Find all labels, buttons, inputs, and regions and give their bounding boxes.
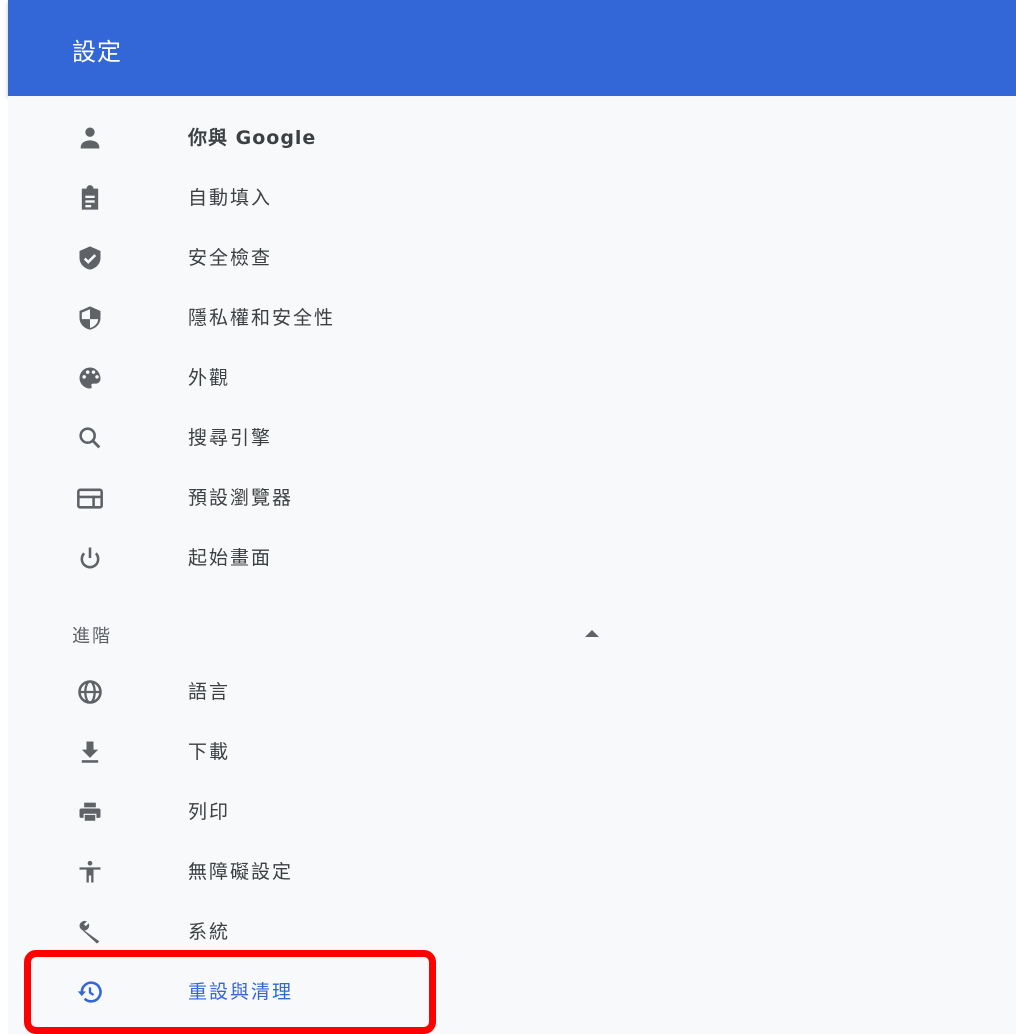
menu-item-label: 下載 [188, 741, 231, 763]
menu-item-autofill[interactable]: 自動填入 [8, 170, 1016, 226]
menu-item-label: 自動填入 [188, 187, 273, 209]
menu-item-label: 安全檢查 [188, 247, 273, 269]
restore-icon [76, 978, 104, 1006]
menu-item-label: 預設瀏覽器 [188, 487, 294, 509]
menu-item-safety-check[interactable]: 安全檢查 [8, 230, 1016, 286]
menu-item-accessibility[interactable]: 無障礙設定 [8, 844, 1016, 900]
download-icon [76, 738, 104, 766]
menu-item-label: 系統 [188, 921, 231, 943]
menu-item-label: 列印 [188, 801, 231, 823]
clipboard-icon [76, 184, 104, 212]
app-header: 設定 [8, 0, 1016, 96]
palette-icon [76, 364, 104, 392]
menu-item-label: 你與 Google [188, 127, 317, 149]
advanced-section-toggle[interactable]: 進階 [8, 606, 1016, 662]
page-title: 設定 [72, 38, 122, 66]
menu-item-label: 重設與清理 [188, 981, 294, 1003]
menu-item-privacy-security[interactable]: 隱私權和安全性 [8, 290, 1016, 346]
printer-icon [76, 798, 104, 826]
menu-item-printing[interactable]: 列印 [8, 784, 1016, 840]
menu-item-label: 外觀 [188, 367, 231, 389]
power-icon [76, 544, 104, 572]
menu-item-on-startup[interactable]: 起始畫面 [8, 530, 1016, 586]
menu-item-you-and-google[interactable]: 你與 Google [8, 110, 1016, 166]
menu-item-label: 語言 [188, 681, 231, 703]
shield-half-icon [76, 304, 104, 332]
globe-icon [76, 678, 104, 706]
menu-item-downloads[interactable]: 下載 [8, 724, 1016, 780]
chevron-up-icon [585, 630, 599, 637]
advanced-label: 進階 [72, 626, 112, 647]
menu-item-search-engine[interactable]: 搜尋引擎 [8, 410, 1016, 466]
menu-item-label: 起始畫面 [188, 547, 273, 569]
menu-item-system[interactable]: 系統 [8, 904, 1016, 960]
search-icon [76, 424, 104, 452]
accessibility-icon [76, 858, 104, 886]
wrench-icon [76, 918, 104, 946]
menu-item-reset-and-clean-up[interactable]: 重設與清理 [8, 964, 1016, 1020]
menu-item-appearance[interactable]: 外觀 [8, 350, 1016, 406]
person-icon [76, 124, 104, 152]
menu-item-label: 隱私權和安全性 [188, 307, 336, 329]
menu-item-languages[interactable]: 語言 [8, 664, 1016, 720]
menu-item-label: 搜尋引擎 [188, 427, 273, 449]
shield-check-icon [76, 244, 104, 272]
menu-item-label: 無障礙設定 [188, 861, 294, 883]
menu-item-default-browser[interactable]: 預設瀏覽器 [8, 470, 1016, 526]
browser-icon [76, 484, 104, 512]
